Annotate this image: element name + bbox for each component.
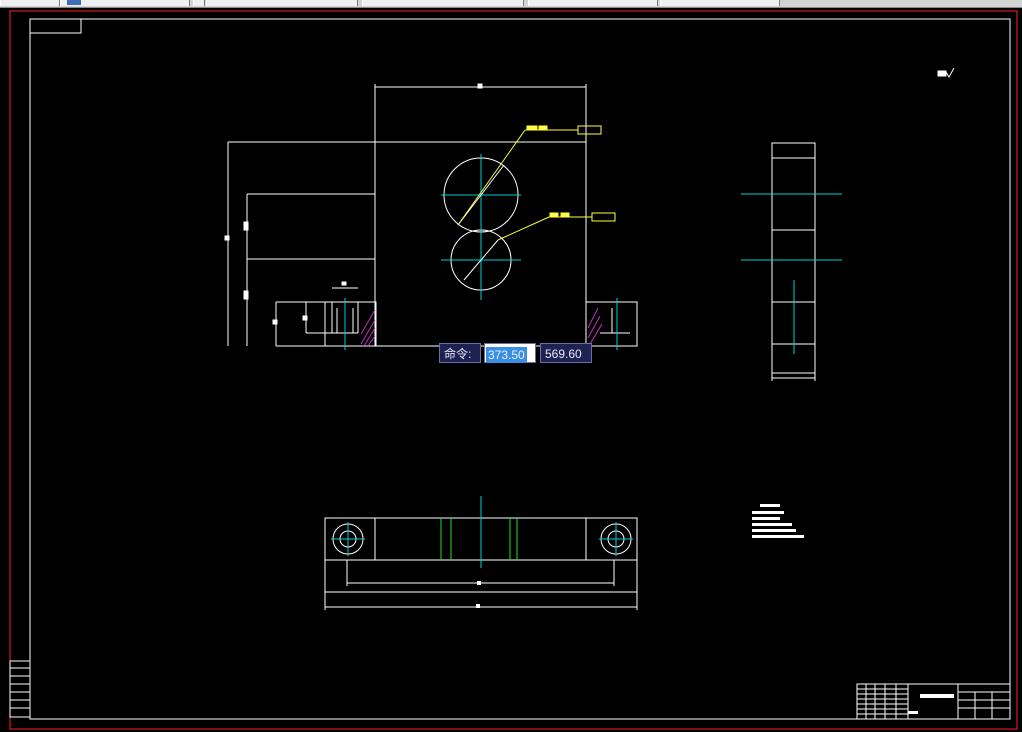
top-view-dimension-text bbox=[476, 581, 481, 608]
document-tab[interactable] bbox=[193, 0, 205, 6]
coordinate-x-input[interactable]: 373.50 bbox=[484, 343, 536, 363]
coordinate-x-value[interactable]: 373.50 bbox=[486, 347, 527, 363]
command-prompt-label: 命令: bbox=[439, 343, 481, 363]
front-view bbox=[228, 141, 638, 347]
front-view-dimensions bbox=[224, 83, 587, 346]
drawing-file-icon bbox=[67, 0, 81, 5]
sheet-border bbox=[9, 10, 1018, 730]
top-view-centerlines bbox=[331, 496, 633, 568]
title-block-text bbox=[908, 694, 954, 714]
top-view-green-edges bbox=[440, 518, 518, 560]
drawing-frame bbox=[29, 18, 1011, 720]
document-tab-bar bbox=[0, 0, 1022, 8]
title-block bbox=[856, 683, 1011, 720]
document-tab[interactable] bbox=[0, 0, 60, 6]
document-tab[interactable] bbox=[362, 0, 524, 6]
document-tab[interactable] bbox=[528, 0, 658, 6]
surface-finish-callouts bbox=[457, 125, 616, 241]
document-tab[interactable] bbox=[660, 0, 780, 6]
drawing-canvas[interactable]: 命令: 373.50 569.60 bbox=[0, 8, 1022, 732]
document-tab-active[interactable] bbox=[60, 0, 190, 6]
cad-drawing bbox=[9, 10, 1018, 730]
side-view-centerlines bbox=[741, 193, 842, 354]
revision-strip bbox=[9, 660, 31, 718]
front-view-centerlines bbox=[344, 154, 618, 350]
technical-requirements-note bbox=[752, 504, 804, 538]
general-roughness-symbol bbox=[937, 67, 955, 78]
document-tab[interactable] bbox=[206, 0, 358, 6]
code-box bbox=[29, 18, 82, 34]
coordinate-y-input[interactable]: 569.60 bbox=[540, 343, 592, 363]
front-view-hatching bbox=[360, 307, 603, 347]
